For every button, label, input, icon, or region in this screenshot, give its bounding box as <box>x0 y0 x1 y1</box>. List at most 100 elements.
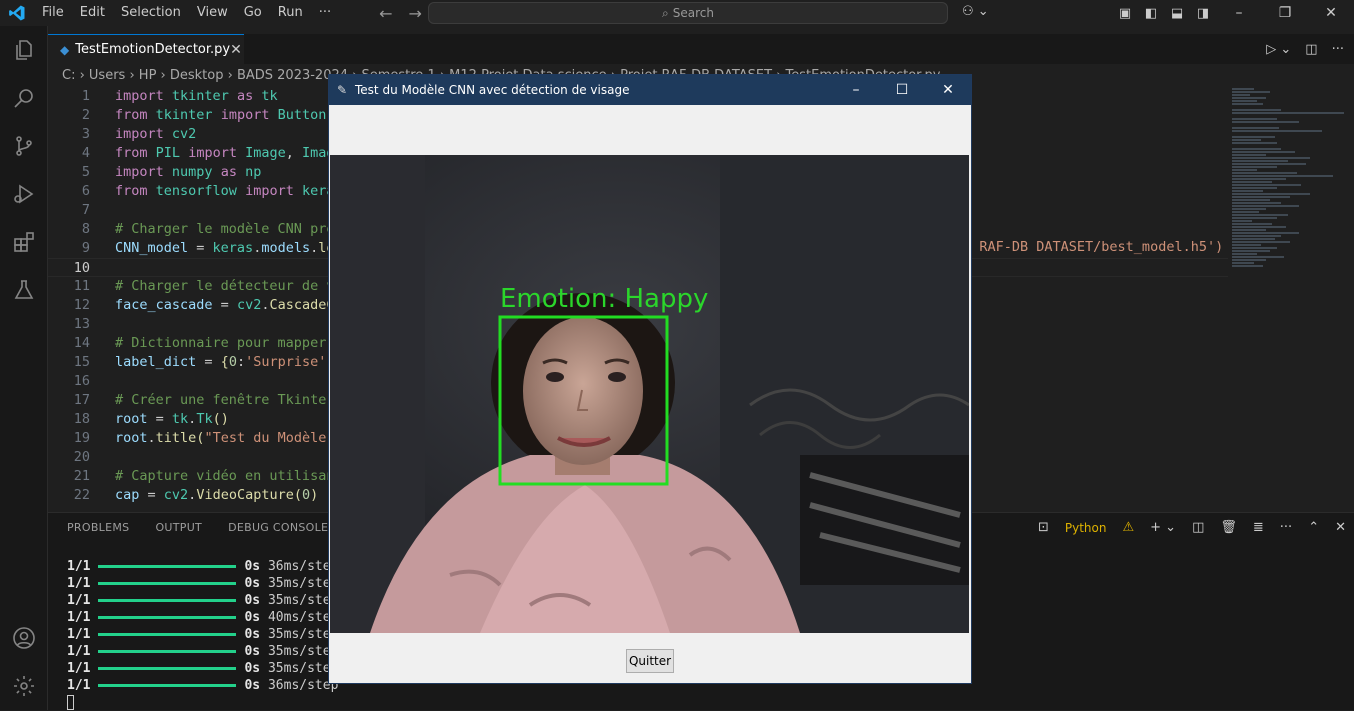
minimap-line <box>1232 193 1311 195</box>
tab-problems[interactable]: PROBLEMS <box>67 521 129 534</box>
search-placeholder: Search <box>672 6 714 20</box>
customize-layout-icon[interactable]: ▣ <box>1112 6 1138 21</box>
menu-go[interactable]: Go <box>236 0 270 26</box>
split-terminal-icon[interactable]: ◫ <box>1192 520 1204 535</box>
minimap-line <box>1232 190 1264 192</box>
terminal-output[interactable]: 1/1 0s 36ms/step 1/1 0s 35ms/step 1/1 0s 35ms… <box>67 558 338 711</box>
extensions-icon[interactable] <box>0 218 48 266</box>
source-control-icon[interactable] <box>0 122 48 170</box>
minimap-line <box>1232 118 1277 120</box>
panel-more-icon[interactable]: ··· <box>1280 520 1292 535</box>
minimap-line <box>1232 160 1288 162</box>
minimap-line <box>1232 103 1264 105</box>
run-file-icon[interactable]: ▷ ⌄ <box>1266 42 1291 57</box>
minimap-line <box>1232 217 1277 219</box>
account-icon[interactable] <box>0 614 48 662</box>
menu-selection[interactable]: Selection <box>113 0 189 26</box>
terminal-python-label[interactable]: Python <box>1065 521 1107 535</box>
explorer-icon[interactable] <box>0 26 48 74</box>
toggle-sidebar-icon[interactable]: ◧ <box>1138 6 1164 21</box>
minimap-line <box>1232 142 1277 144</box>
minimap-line <box>1232 151 1295 153</box>
maximize-panel-icon[interactable]: ⌃ <box>1308 520 1319 535</box>
minimap-line <box>1232 187 1277 189</box>
tk-close-icon[interactable]: ✕ <box>925 82 971 98</box>
minimap-line <box>1232 169 1257 171</box>
terminal-line: 1/1 0s 40ms/step <box>67 609 338 626</box>
code-line-9-tail: et RAF-DB DATASET/best_model.h5') <box>955 239 1224 255</box>
tk-minimize-icon[interactable]: – <box>833 82 879 98</box>
webcam-video-frame: Emotion: Happy <box>330 155 969 633</box>
terminal-line: 1/1 0s 35ms/step <box>67 575 338 592</box>
minimap-line <box>1232 172 1297 174</box>
minimap-line <box>1232 175 1333 177</box>
terminal-progress-bar <box>98 582 237 585</box>
minimap[interactable] <box>1232 87 1344 277</box>
tab-output[interactable]: OUTPUT <box>155 521 202 534</box>
menu-run[interactable]: Run <box>270 0 311 26</box>
menu-more[interactable]: ··· <box>311 0 339 26</box>
line-number: 4 <box>81 145 90 161</box>
minimap-line <box>1232 256 1284 258</box>
line-number: 22 <box>73 487 90 503</box>
terminal-epoch: 1/1 <box>67 610 91 625</box>
run-debug-icon[interactable] <box>0 170 48 218</box>
minimap-line <box>1232 241 1291 243</box>
minimap-line <box>1232 97 1266 99</box>
minimap-line <box>1232 244 1262 246</box>
emotion-label: Emotion: Happy <box>500 284 708 314</box>
forward-arrow-icon[interactable]: → <box>409 4 422 23</box>
menu-edit[interactable]: Edit <box>72 0 113 26</box>
terminal-line: 1/1 0s 35ms/step <box>67 626 338 643</box>
close-panel-icon[interactable]: ✕ <box>1335 520 1346 535</box>
new-terminal-icon[interactable]: + ⌄ <box>1150 520 1176 535</box>
minimap-line <box>1232 91 1271 93</box>
menu-view[interactable]: View <box>189 0 236 26</box>
tk-maximize-icon[interactable]: ☐ <box>879 82 925 98</box>
minimap-line <box>1232 139 1262 141</box>
menu-file[interactable]: File <box>34 0 72 26</box>
tab-debug-console[interactable]: DEBUG CONSOLE <box>228 521 328 534</box>
restore-icon[interactable]: ❐ <box>1262 5 1308 21</box>
terminal-epoch: 1/1 <box>67 661 91 676</box>
minimap-line <box>1232 163 1306 165</box>
vscode-logo-icon <box>0 0 34 26</box>
search-icon: ⌕ <box>662 5 669 20</box>
terminal-shell-icon[interactable]: ⊡ <box>1038 520 1049 535</box>
minimap-line <box>1232 262 1255 264</box>
minimap-line <box>1232 127 1280 129</box>
testing-flask-icon[interactable] <box>0 266 48 314</box>
minimap-line <box>1232 184 1302 186</box>
minimap-line <box>1232 94 1250 96</box>
minimap-line <box>1232 223 1273 225</box>
line-number: 16 <box>73 373 90 389</box>
settings-gear-icon[interactable] <box>0 662 48 710</box>
back-arrow-icon[interactable]: ← <box>379 4 392 23</box>
toggle-panel-icon[interactable]: ⬓ <box>1164 6 1190 21</box>
terminal-line: 1/1 0s 36ms/step <box>67 677 338 694</box>
line-number: 1 <box>81 88 90 104</box>
minimap-line <box>1232 235 1282 237</box>
toggle-secondary-sidebar-icon[interactable]: ◨ <box>1190 6 1216 21</box>
terminal-line: 1/1 0s 35ms/step <box>67 643 338 660</box>
line-number: 15 <box>73 354 90 370</box>
activity-bar <box>0 26 48 710</box>
terminal-cursor <box>67 695 74 710</box>
command-search-box[interactable]: ⌕ Search <box>428 2 948 24</box>
tab-test-emotion-detector[interactable]: ◆ TestEmotionDetector.py ✕ <box>48 34 244 64</box>
minimize-icon[interactable]: – <box>1216 5 1262 21</box>
split-editor-icon[interactable]: ◫ <box>1305 42 1317 57</box>
close-window-icon[interactable]: ✕ <box>1308 5 1354 21</box>
line-number: 18 <box>73 411 90 427</box>
search-view-icon[interactable] <box>0 74 48 122</box>
line-number: 17 <box>73 392 90 408</box>
kill-terminal-icon[interactable]: 🗑 <box>1220 520 1237 535</box>
quit-button[interactable]: Quitter <box>626 649 674 673</box>
copilot-icon[interactable]: ⚇ ⌄ <box>962 4 989 19</box>
more-actions-icon[interactable]: ··· <box>1332 42 1344 57</box>
clear-terminal-icon[interactable]: ≣ <box>1253 520 1264 535</box>
minimap-line <box>1232 226 1286 228</box>
close-tab-icon[interactable]: ✕ <box>230 42 242 58</box>
tk-title-bar: ✎ Test du Modèle CNN avec détection de v… <box>329 75 971 105</box>
minimap-line <box>1232 259 1266 261</box>
